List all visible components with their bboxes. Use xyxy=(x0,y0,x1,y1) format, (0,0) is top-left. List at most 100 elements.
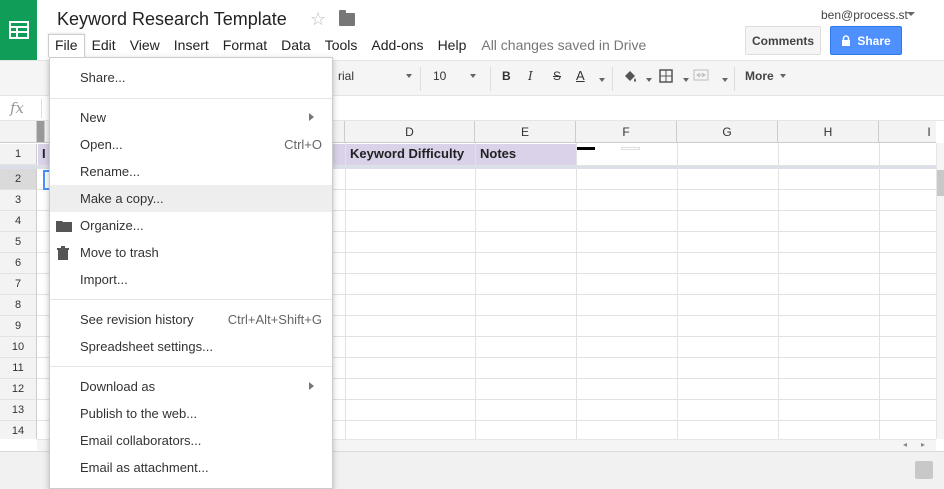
menu-make-copy[interactable]: Make a copy... xyxy=(50,185,332,212)
menu-publish-label: Publish to the web... xyxy=(80,406,198,421)
menu-download-as[interactable]: Download as xyxy=(50,373,332,400)
column-header-f[interactable]: F xyxy=(576,121,677,143)
italic-icon[interactable]: I xyxy=(528,69,533,83)
row-header-8[interactable]: 8 xyxy=(0,295,37,316)
menu-import[interactable]: Import... xyxy=(50,266,332,293)
row-header-11[interactable]: 11 xyxy=(0,358,37,379)
row-header-2[interactable]: 2 xyxy=(0,169,37,190)
chevron-down-icon xyxy=(683,78,689,82)
revision-shortcut: Ctrl+Alt+Shift+G xyxy=(227,312,322,327)
menu-organize-label: Organize... xyxy=(80,218,144,233)
menu-email-attachment[interactable]: Email as attachment... xyxy=(50,454,332,481)
star-icon[interactable]: ☆ xyxy=(310,9,326,30)
font-select[interactable]: rial xyxy=(338,69,413,83)
row-header-1[interactable]: 1 xyxy=(0,144,37,165)
menu-addons[interactable]: Add-ons xyxy=(364,34,430,56)
row-header-13[interactable]: 13 xyxy=(0,400,37,421)
menu-spreadsheet-settings[interactable]: Spreadsheet settings... xyxy=(50,333,332,360)
menu-insert[interactable]: Insert xyxy=(167,34,216,56)
share-label: Share xyxy=(857,33,891,48)
bold-icon[interactable]: B xyxy=(502,69,511,83)
folder-icon[interactable] xyxy=(339,10,355,26)
font-size-value: 10 xyxy=(433,69,447,83)
column-header-e[interactable]: E xyxy=(475,121,576,143)
more-button[interactable]: More xyxy=(745,69,786,83)
menu-help[interactable]: Help xyxy=(431,34,474,56)
trash-icon xyxy=(57,246,69,260)
menu-new[interactable]: New xyxy=(50,104,332,131)
menu-open[interactable]: Open... Ctrl+O xyxy=(50,131,332,158)
menu-revision-label: See revision history xyxy=(80,312,194,327)
chevron-down-icon xyxy=(722,78,728,82)
lock-icon xyxy=(842,35,851,46)
user-email[interactable]: ben@process.st xyxy=(821,8,908,22)
row-header-4[interactable]: 4 xyxy=(0,211,37,232)
more-label: More xyxy=(745,69,774,83)
save-status: All changes saved in Drive xyxy=(481,37,647,53)
row-header-6[interactable]: 6 xyxy=(0,253,37,274)
menu-settings-label: Spreadsheet settings... xyxy=(80,339,213,354)
comments-button[interactable]: Comments xyxy=(745,26,821,55)
explore-icon[interactable] xyxy=(915,461,933,479)
scroll-left-icon[interactable]: ◂ xyxy=(903,440,907,449)
menubar: File Edit View Insert Format Data Tools … xyxy=(48,33,646,57)
cell-e1[interactable]: Notes xyxy=(476,144,576,165)
cell-d1[interactable]: Keyword Difficulty xyxy=(346,144,475,165)
formula-divider xyxy=(41,99,42,118)
menu-rename[interactable]: Rename... xyxy=(50,158,332,185)
row-header-12[interactable]: 12 xyxy=(0,379,37,400)
submenu-arrow-icon xyxy=(309,382,314,390)
menu-format[interactable]: Format xyxy=(216,34,274,56)
chevron-down-icon xyxy=(406,74,413,78)
folder-icon xyxy=(56,221,72,232)
chevron-down-icon xyxy=(470,74,477,78)
menu-email-attach-label: Email as attachment... xyxy=(80,460,209,475)
row-header-9[interactable]: 9 xyxy=(0,316,37,337)
text-color-icon[interactable]: A xyxy=(576,68,585,83)
font-size-select[interactable]: 10 xyxy=(433,69,477,83)
menu-new-label: New xyxy=(80,110,107,125)
row-header-3[interactable]: 3 xyxy=(0,190,37,211)
select-all-corner[interactable] xyxy=(0,121,37,143)
menu-revision-history[interactable]: See revision history Ctrl+Alt+Shift+G xyxy=(50,306,332,333)
scroll-right-icon[interactable]: ▸ xyxy=(921,440,925,449)
menu-data[interactable]: Data xyxy=(274,34,318,56)
column-header-d[interactable]: D xyxy=(345,121,475,143)
chevron-down-icon[interactable] xyxy=(907,12,915,16)
file-menu-dropdown: Share... New Open... Ctrl+O Rename... Mak… xyxy=(49,57,333,489)
column-header-g[interactable]: G xyxy=(677,121,778,143)
menu-email-collaborators[interactable]: Email collaborators... xyxy=(50,427,332,454)
borders-icon[interactable] xyxy=(659,69,673,83)
merge-cells-icon[interactable] xyxy=(693,69,709,81)
share-button[interactable]: Share xyxy=(830,26,902,55)
sheets-logo-icon[interactable] xyxy=(0,0,37,60)
submenu-arrow-icon xyxy=(309,113,314,121)
menu-share[interactable]: Share... xyxy=(50,64,332,91)
row-header-5[interactable]: 5 xyxy=(0,232,37,253)
menu-view[interactable]: View xyxy=(123,34,167,56)
menu-tools[interactable]: Tools xyxy=(318,34,365,56)
chevron-down-icon xyxy=(599,78,605,82)
menu-share-label: Share... xyxy=(80,70,126,85)
document-title[interactable]: Keyword Research Template xyxy=(57,9,287,30)
row-header-10[interactable]: 10 xyxy=(0,337,37,358)
chevron-down-icon xyxy=(646,78,652,82)
row-header-14[interactable]: 14 xyxy=(0,421,37,439)
menu-move-to-trash[interactable]: Move to trash xyxy=(50,239,332,266)
font-name: rial xyxy=(338,69,355,83)
fill-color-icon[interactable] xyxy=(622,69,638,85)
menu-edit[interactable]: Edit xyxy=(85,34,123,56)
menu-publish[interactable]: Publish to the web... xyxy=(50,400,332,427)
row-header-7[interactable]: 7 xyxy=(0,274,37,295)
column-header-i[interactable]: I xyxy=(879,121,936,143)
freeze-handle[interactable] xyxy=(37,121,45,143)
menu-download-label: Download as xyxy=(80,379,156,394)
strikethrough-icon[interactable]: S xyxy=(553,69,561,83)
vertical-scroll-thumb[interactable] xyxy=(937,170,944,196)
open-shortcut: Ctrl+O xyxy=(284,137,322,152)
menu-file[interactable]: File xyxy=(48,33,85,57)
menu-make-copy-label: Make a copy... xyxy=(80,191,164,206)
menu-organize[interactable]: Organize... xyxy=(50,212,332,239)
menu-import-label: Import... xyxy=(80,272,128,287)
column-header-h[interactable]: H xyxy=(778,121,879,143)
